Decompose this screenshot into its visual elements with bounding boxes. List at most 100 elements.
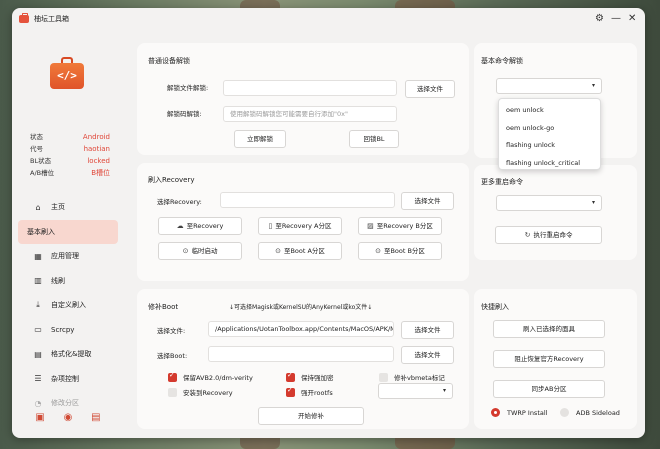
prevent-recovery-restore-button[interactable]: 阻止恢复官方Recovery	[493, 350, 605, 368]
checkbox-label: 保留AVB2.0/dm-verity	[183, 374, 253, 382]
patch-file-label: 选择文件:	[157, 327, 186, 335]
gear-icon[interactable]: ⚙	[595, 13, 604, 25]
chevron-down-icon: ▾	[591, 199, 595, 206]
info-key: BL状态	[30, 157, 52, 165]
basic-command-dropdown: oem unlock oem unlock-go flashing unlock fl…	[498, 98, 601, 170]
unlock-code-label: 解锁码解锁:	[167, 110, 202, 118]
chat-icon[interactable]: ▤	[91, 412, 100, 423]
flash-recovery-b-button[interactable]: ▨ 至Recovery B分区	[358, 217, 442, 235]
patch-boot-label: 选择Boot:	[157, 352, 188, 360]
partition-icon: ◔	[34, 398, 42, 408]
radio-label: ADB Sideload	[576, 408, 620, 417]
unlock-file-label: 解锁文件解锁:	[167, 84, 209, 92]
nav-label: 主页	[51, 203, 65, 212]
sync-ab-button[interactable]: 同步AB分区	[493, 380, 605, 398]
home-icon: ⌂	[35, 202, 41, 212]
circle-arrow-icon: ⊙	[375, 247, 381, 255]
nav-label: 格式化&提取	[51, 350, 92, 359]
quick-flash-card: 快捷刷入 刷入已选择的面具 阻止恢复官方Recovery 同步AB分区 TWRP…	[474, 289, 637, 429]
flash-recovery-button[interactable]: ☁ 至Recovery	[158, 217, 242, 235]
temp-boot-button[interactable]: ⊙ 临时启动	[158, 242, 242, 260]
choose-boot-file-button[interactable]: 选择文件	[401, 346, 454, 364]
flash-selected-magisk-button[interactable]: 刷入已选择的面具	[493, 320, 605, 338]
dropdown-option[interactable]: flashing unlock_critical	[499, 155, 600, 173]
info-value: haotian	[83, 145, 110, 153]
reboot-card: 更多重启命令 ▾ ↻ 执行重启命令	[474, 165, 637, 260]
checkbox-label: 安装到Recovery	[183, 389, 233, 397]
nav-item-scrcpy[interactable]: ▭ Scrcpy	[18, 318, 118, 343]
card-title: 普通设备解锁	[148, 57, 190, 65]
nav-item-misc[interactable]: ☰ 杂项控制	[18, 367, 118, 392]
sidebar-nav: ⌂ 主页 基本刷入 ▦ 应用管理 ▥ 线刷 ⤓ 自定义刷入 ▭ Scrcpy ▤ 格式化&提…	[18, 195, 118, 416]
nav-label: 修改分区	[51, 399, 79, 408]
flash-boot-b-button[interactable]: ⊙ 至Boot B分区	[358, 242, 442, 260]
flash-boot-a-button[interactable]: ⊙ 至Boot A分区	[258, 242, 342, 260]
button-label: 至Recovery B分区	[376, 222, 433, 230]
unlock-file-input[interactable]	[223, 80, 397, 96]
github-icon[interactable]: ◉	[64, 412, 73, 423]
button-label: 至Recovery	[186, 222, 224, 230]
card-title: 快捷刷入	[481, 303, 509, 311]
choose-recovery-file-button[interactable]: 选择文件	[401, 192, 454, 210]
info-key: 状态	[30, 133, 43, 141]
patch-vbmeta-checkbox[interactable]: 修补vbmeta标记	[379, 372, 445, 382]
info-value: Android	[82, 133, 110, 141]
reboot-command-select[interactable]: ▾	[496, 195, 602, 211]
info-value: locked	[87, 157, 110, 165]
circle-arrow-icon: ⊙	[275, 247, 281, 255]
nav-item-custom-flash[interactable]: ⤓ 自定义刷入	[18, 293, 118, 318]
close-button[interactable]: ✕	[628, 13, 636, 25]
screen-mirror-icon: ▭	[34, 325, 42, 335]
radio-label: TWRP Install	[507, 408, 548, 417]
choose-unlock-file-button[interactable]: 选择文件	[405, 80, 455, 98]
adb-sideload-radio[interactable]: ADB Sideload	[560, 408, 620, 417]
install-recovery-checkbox[interactable]: 安装到Recovery	[168, 387, 233, 397]
nav-item-app-manage[interactable]: ▦ 应用管理	[18, 244, 118, 269]
checkbox-label: 保持强加密	[301, 374, 334, 382]
nav-item-line-flash[interactable]: ▥ 线刷	[18, 269, 118, 294]
flash-recovery-a-button[interactable]: ▯ 至Recovery A分区	[258, 217, 342, 235]
keep-avb-checkbox[interactable]: 保留AVB2.0/dm-verity	[168, 371, 253, 382]
device-info-row: 代号 haotian	[30, 143, 110, 155]
relock-bl-button[interactable]: 回锁BL	[349, 130, 399, 148]
sidebar-footer: ▣ ◉ ▤	[12, 412, 124, 423]
nav-label: Scrcpy	[51, 325, 75, 334]
nav-label: 自定义刷入	[51, 301, 86, 310]
nav-label: 基本刷入	[27, 227, 55, 236]
apps-icon: ▦	[34, 251, 42, 261]
device-info-row: BL状态 locked	[30, 155, 110, 167]
basic-command-select[interactable]: ▾	[496, 78, 602, 94]
patch-arch-select[interactable]: ▾	[378, 383, 453, 399]
exec-reboot-button[interactable]: ↻ 执行重启命令	[495, 226, 602, 244]
keep-encrypt-checkbox[interactable]: 保持强加密	[286, 371, 334, 382]
nav-item-format[interactable]: ▤ 格式化&提取	[18, 342, 118, 367]
start-patch-button[interactable]: 开始修补	[258, 407, 364, 425]
patch-file-input[interactable]: /Applications/UotanToolbox.app/Contents/…	[208, 321, 394, 337]
device-info-row: 状态 Android	[30, 131, 110, 143]
force-rootfs-checkbox[interactable]: 强开rootfs	[286, 386, 333, 397]
dropdown-option[interactable]: oem unlock	[499, 102, 600, 120]
recovery-file-input[interactable]	[220, 192, 395, 208]
terminal-icon[interactable]: ▣	[35, 412, 44, 423]
sidebar: </> 状态 Android 代号 haotian BL状态 locked A/B槽位 B槽位…	[12, 30, 124, 438]
unlock-now-button[interactable]: 立即解锁	[234, 130, 286, 148]
patch-hint: ↓可选择Magisk或KernelSU的AnyKernel或ko文件↓	[229, 304, 373, 311]
nav-item-basic-flash[interactable]: 基本刷入	[18, 219, 118, 244]
patch-boot-input[interactable]	[208, 346, 394, 362]
twrp-install-radio[interactable]: TWRP Install	[491, 408, 547, 417]
chevron-down-icon: ▾	[591, 82, 595, 89]
nav-label: 应用管理	[51, 252, 79, 261]
titlebar: 柚坛工具箱 ⚙ — ✕	[12, 8, 645, 30]
device-info-row: A/B槽位 B槽位	[30, 167, 110, 179]
refresh-icon: ↻	[524, 231, 531, 239]
dropdown-option[interactable]: oem unlock-go	[499, 120, 600, 138]
dropdown-option[interactable]: flashing unlock	[499, 137, 600, 155]
minimize-button[interactable]: —	[611, 13, 621, 25]
misc-icon: ☰	[34, 374, 42, 384]
choose-patch-file-button[interactable]: 选择文件	[401, 321, 454, 339]
app-logo: </>	[50, 56, 84, 89]
info-key: 代号	[30, 145, 43, 153]
recovery-card: 刷入Recovery 选择Recovery: 选择文件 ☁ 至Recovery ▯…	[137, 163, 469, 281]
unlock-code-input[interactable]: 使用解锁码解锁您可能需要自行添加"0x"	[223, 106, 397, 122]
nav-item-home[interactable]: ⌂ 主页	[18, 195, 118, 220]
